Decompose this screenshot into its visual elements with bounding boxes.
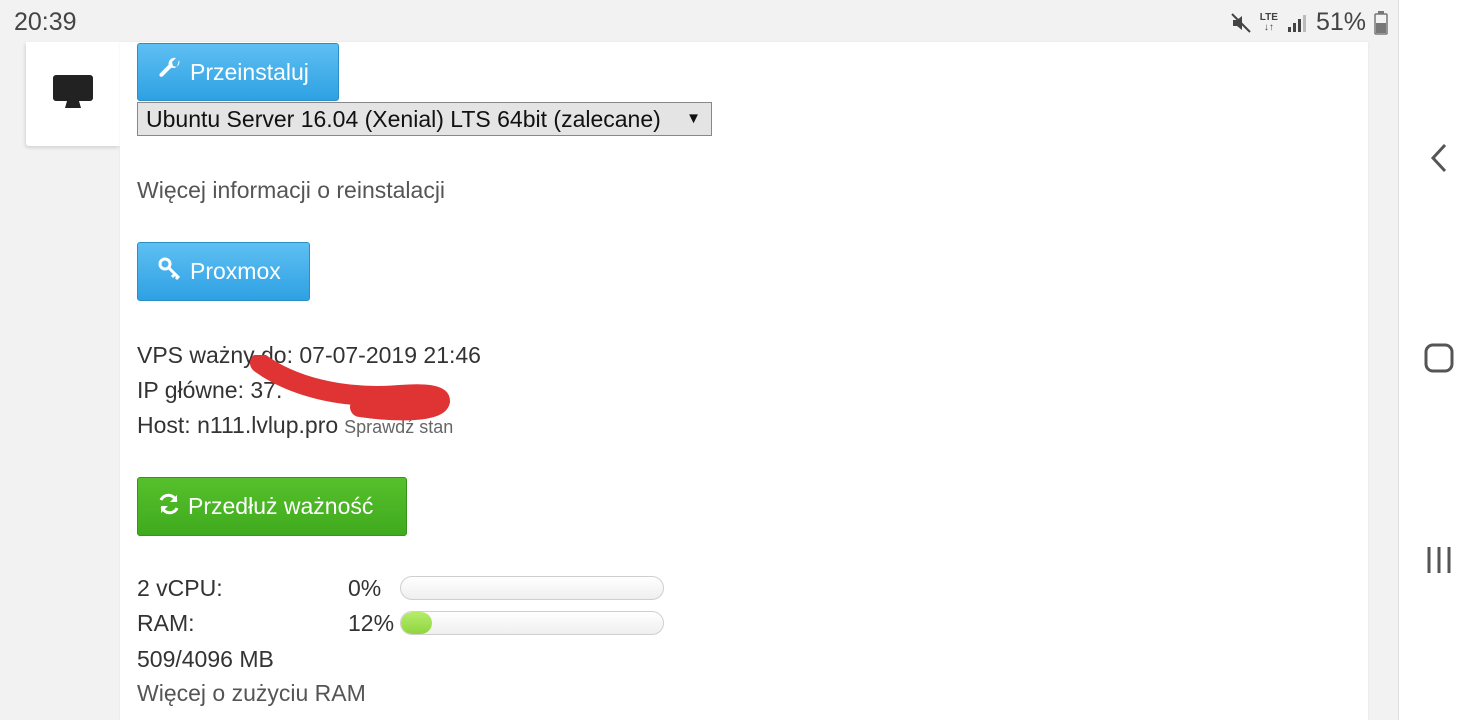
side-tab[interactable] xyxy=(26,42,120,146)
os-select-value: Ubuntu Server 16.04 (Xenial) LTS 64bit (… xyxy=(146,105,661,132)
refresh-icon xyxy=(158,493,180,521)
reinstall-info-link[interactable]: Więcej informacji o reinstalacji xyxy=(137,177,445,204)
recents-button[interactable] xyxy=(1419,542,1459,582)
back-button[interactable] xyxy=(1419,140,1459,180)
host-value: Host: n111.lvlup.pro xyxy=(137,412,339,438)
proxmox-button[interactable]: Proxmox xyxy=(137,242,310,301)
reinstall-button[interactable]: Przeinstaluj xyxy=(137,43,339,101)
ram-label: RAM: xyxy=(137,610,195,636)
cpu-label: 2 vCPU: xyxy=(137,575,223,601)
mute-icon xyxy=(1230,12,1252,34)
host-line: Host: n111.lvlup.pro Sprawdź stan xyxy=(137,412,453,439)
check-status-link[interactable]: Sprawdź stan xyxy=(344,417,453,437)
ram-progress-bar xyxy=(400,611,664,635)
status-icons: LTE ↓↑ 51% xyxy=(1230,8,1388,37)
network-type: LTE xyxy=(1259,11,1278,23)
status-time: 20:39 xyxy=(14,8,77,36)
ram-usage: 509/4096 MB xyxy=(137,646,274,672)
ip-value: 37. xyxy=(250,377,283,403)
system-nav-bar xyxy=(1398,0,1480,720)
home-square-icon xyxy=(1424,343,1454,378)
cpu-percent: 0% xyxy=(348,575,382,601)
cpu-progress-bar xyxy=(400,576,664,600)
extend-validity-button[interactable]: Przedłuż ważność xyxy=(137,477,407,536)
ip-main: IP główne: 37. xyxy=(137,377,282,404)
wrench-icon xyxy=(158,57,182,87)
reinstall-label: Przeinstaluj xyxy=(190,58,309,85)
home-button[interactable] xyxy=(1419,340,1459,380)
back-chevron-icon xyxy=(1429,142,1449,179)
status-bar: 20:39 LTE ↓↑ 51% xyxy=(0,0,1398,42)
os-select[interactable]: Ubuntu Server 16.04 (Xenial) LTS 64bit (… xyxy=(137,102,712,136)
dropdown-caret-icon: ▼ xyxy=(686,110,701,127)
ram-percent: 12% xyxy=(348,610,395,636)
vps-valid-until: VPS ważny do: 07-07-2019 21:46 xyxy=(137,342,481,368)
ram-info-link[interactable]: Więcej o zużyciu RAM xyxy=(137,680,366,707)
desktop-icon xyxy=(52,74,94,115)
ip-label: IP główne: xyxy=(137,377,244,403)
lte-icon: LTE ↓↑ xyxy=(1259,11,1278,33)
battery-percent: 51% xyxy=(1315,8,1366,36)
extend-label: Przedłuż ważność xyxy=(188,493,374,519)
ram-progress-fill xyxy=(401,612,433,634)
proxmox-label: Proxmox xyxy=(190,258,281,284)
vps-panel: Przeinstaluj Ubuntu Server 16.04 (Xenial… xyxy=(120,42,1368,720)
battery-icon xyxy=(1374,10,1388,35)
signal-icon xyxy=(1286,12,1308,34)
key-icon xyxy=(158,257,182,287)
recents-icon xyxy=(1425,545,1453,580)
